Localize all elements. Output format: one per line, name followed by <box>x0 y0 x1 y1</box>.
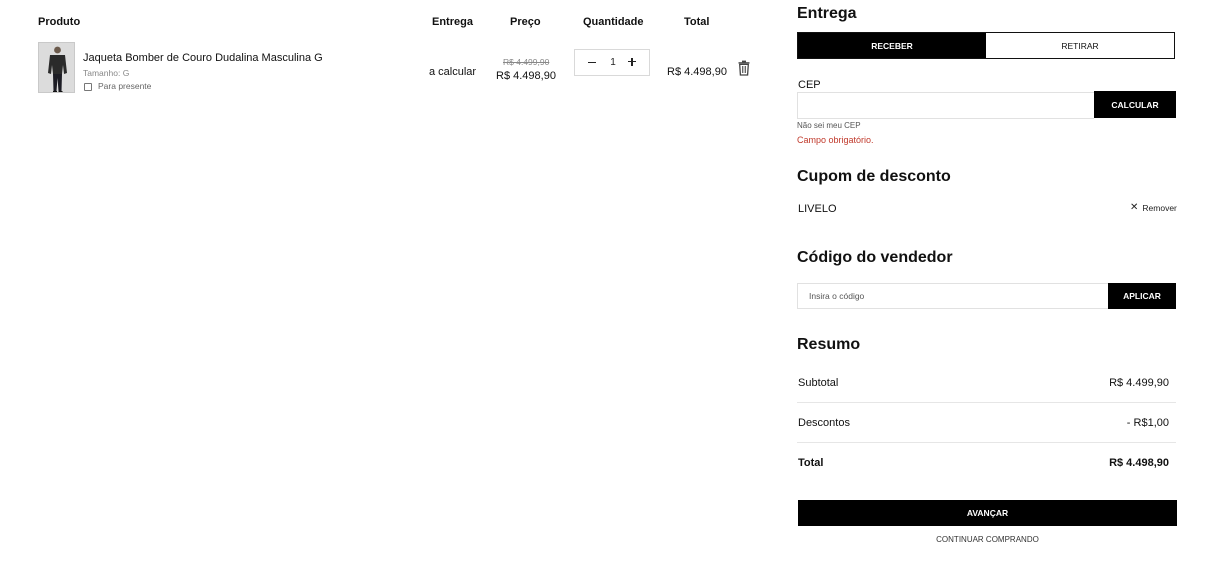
unknown-cep-link[interactable]: Não sei meu CEP <box>797 121 861 130</box>
product-thumbnail[interactable] <box>38 42 75 93</box>
product-name[interactable]: Jaqueta Bomber de Couro Dudalina Masculi… <box>83 52 323 64</box>
summary-label: Subtotal <box>798 377 839 389</box>
summary-value: - R$1,00 <box>1126 417 1169 429</box>
gift-checkbox[interactable] <box>84 83 92 91</box>
close-icon: ✕ <box>1130 202 1139 213</box>
apply-seller-code-button[interactable]: APLICAR <box>1108 283 1176 309</box>
quantity-value[interactable]: 1 <box>608 57 618 68</box>
column-header-produto: Produto <box>38 16 81 28</box>
product-size: Tamanho: G <box>83 68 130 78</box>
shipping-value: a calcular <box>429 66 477 78</box>
summary-label: Descontos <box>798 417 850 429</box>
coupon-title: Cupom de desconto <box>797 168 951 185</box>
line-total: R$ 4.498,90 <box>667 66 727 78</box>
gift-label[interactable]: Para presente <box>98 81 151 91</box>
summary-label: Total <box>798 456 824 469</box>
delivery-tabs: RECEBER RETIRAR <box>797 32 1175 59</box>
cep-input[interactable] <box>797 92 1094 119</box>
remove-coupon-button[interactable]: ✕ Remover <box>1130 202 1177 214</box>
product-photo-jacket-icon <box>39 43 74 92</box>
plus-icon[interactable] <box>625 55 639 69</box>
cep-error-message: Campo obrigatório. <box>797 135 874 145</box>
column-header-entrega: Entrega <box>432 16 473 28</box>
cep-label: CEP <box>798 79 821 91</box>
column-header-preco: Preço <box>510 16 541 28</box>
delivery-title: Entrega <box>797 5 857 22</box>
summary-row-subtotal: Subtotal R$ 4.499,90 <box>797 364 1176 403</box>
summary-value: R$ 4.498,90 <box>1109 456 1169 469</box>
summary-row-total: Total R$ 4.498,90 <box>797 443 1176 482</box>
quantity-stepper: 1 <box>574 49 650 76</box>
minus-icon[interactable] <box>585 56 599 70</box>
trash-icon-svg <box>738 60 750 76</box>
column-header-quantidade: Quantidade <box>583 16 644 28</box>
price-current: R$ 4.498,90 <box>496 70 556 82</box>
seller-code-input[interactable] <box>797 283 1108 309</box>
tab-receber[interactable]: RECEBER <box>798 33 986 58</box>
summary-value: R$ 4.499,90 <box>1109 377 1169 389</box>
trash-icon[interactable] <box>737 60 751 76</box>
advance-button[interactable]: AVANÇAR <box>798 500 1177 526</box>
seller-code-title: Código do vendedor <box>797 249 953 266</box>
coupon-code: LIVELO <box>798 203 837 215</box>
column-header-total: Total <box>684 16 710 28</box>
calculate-button[interactable]: CALCULAR <box>1094 91 1176 118</box>
summary-row-discounts: Descontos - R$1,00 <box>797 404 1176 443</box>
price-original: R$ 4.499,90 <box>503 57 550 67</box>
tab-retirar[interactable]: RETIRAR <box>986 33 1174 58</box>
remove-coupon-label: Remover <box>1142 203 1177 213</box>
summary-title: Resumo <box>797 336 861 353</box>
continue-shopping-link[interactable]: CONTINUAR COMPRANDO <box>798 535 1177 544</box>
